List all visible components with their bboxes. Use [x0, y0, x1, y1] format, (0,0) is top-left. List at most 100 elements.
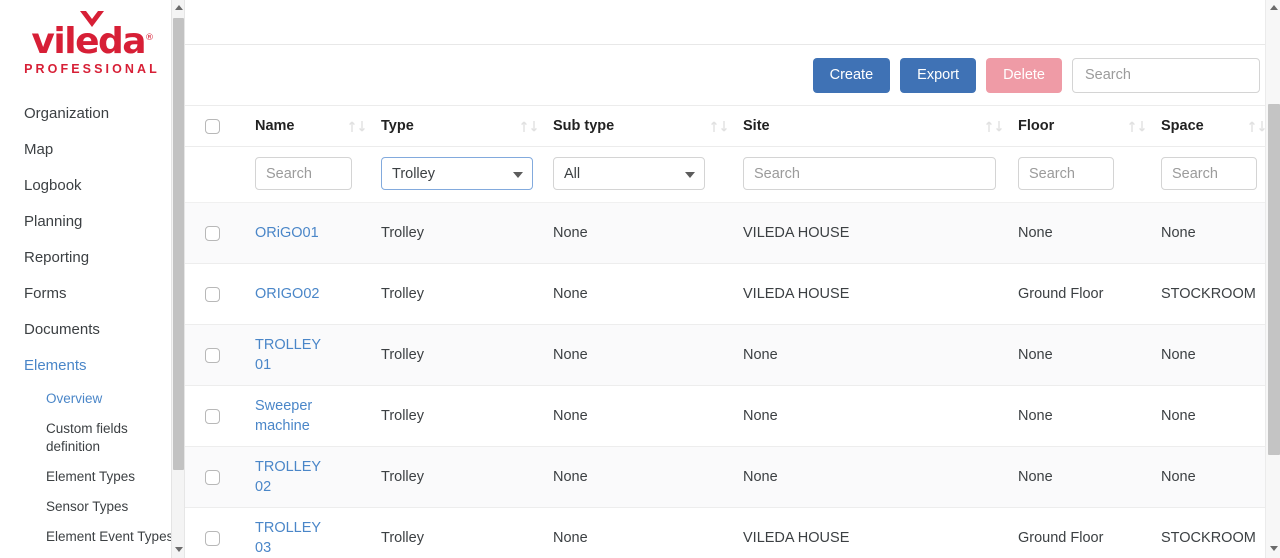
sidebar-item-label: Elements — [24, 357, 87, 374]
sidebar-item-label: Logbook — [24, 177, 82, 194]
column-label: Sub type — [553, 118, 615, 134]
cell-floor: Ground Floor — [1018, 263, 1161, 325]
filter-name-input[interactable] — [255, 157, 352, 190]
filter-subtype-select[interactable]: All — [553, 157, 705, 190]
row-checkbox[interactable] — [205, 286, 220, 302]
cell-name: Sweeper machine — [255, 385, 381, 447]
element-link[interactable]: Sweeper machine — [255, 396, 335, 436]
table-row[interactable]: TROLLEY 02 Trolley None None None None — [185, 446, 1280, 508]
column-header-name[interactable]: Name — [255, 106, 381, 147]
sidebar-subitem-element-types[interactable]: Element Types — [0, 462, 184, 492]
column-header-type[interactable]: Type — [381, 106, 553, 147]
element-link[interactable]: ORiGO01 — [255, 223, 319, 243]
sidebar-item-organization[interactable]: Organization — [0, 96, 184, 132]
element-link[interactable]: TROLLEY 01 — [255, 335, 335, 375]
element-link[interactable]: TROLLEY 03 — [255, 518, 335, 558]
brand-logo[interactable]: vileda® PROFESSIONAL — [0, 0, 184, 96]
cell-type: Trolley — [381, 385, 553, 447]
element-link[interactable]: ORIGO02 — [255, 284, 319, 304]
sidebar-scrollbar[interactable] — [171, 0, 184, 558]
sidebar-item-label: Reporting — [24, 249, 90, 266]
cell-subtype: None — [553, 446, 743, 508]
filter-cell-subtype: All — [553, 146, 743, 203]
sidebar-scrollbar-thumb[interactable] — [173, 18, 184, 470]
cell-site: None — [743, 385, 1018, 447]
element-link[interactable]: TROLLEY 02 — [255, 457, 335, 497]
export-button[interactable]: Export — [900, 57, 977, 93]
filter-site-input[interactable] — [743, 157, 996, 190]
row-select-cell — [185, 202, 255, 264]
main-scrollbar-thumb[interactable] — [1268, 104, 1280, 455]
table-row[interactable]: ORIGO02 Trolley None VILEDA HOUSE Ground… — [185, 263, 1280, 325]
column-header-site[interactable]: Site — [743, 106, 1018, 147]
sidebar-item-reporting[interactable]: Reporting — [0, 240, 184, 276]
sidebar-subitem-element-event-types[interactable]: Element Event Types — [0, 522, 184, 552]
cell-site: VILEDA HOUSE — [743, 202, 1018, 264]
main-content: Create Export Delete Name — [184, 0, 1280, 558]
sort-icon[interactable] — [710, 120, 729, 133]
cell-floor: None — [1018, 385, 1161, 447]
filter-type-select[interactable]: Trolley — [381, 157, 533, 190]
sidebar-nav: Organization Map Logbook Planning Report… — [0, 96, 184, 552]
sidebar-item-map[interactable]: Map — [0, 132, 184, 168]
cell-type: Trolley — [381, 202, 553, 264]
sidebar-item-documents[interactable]: Documents — [0, 312, 184, 348]
row-select-cell — [185, 324, 255, 386]
cell-floor: None — [1018, 446, 1161, 508]
filter-type-value: Trolley — [392, 165, 435, 182]
main-scrollbar[interactable] — [1265, 0, 1280, 558]
create-button[interactable]: Create — [812, 57, 891, 93]
sidebar-subitem-label: Element Event Types — [46, 529, 174, 544]
row-checkbox[interactable] — [205, 408, 220, 424]
sidebar-subitem-overview[interactable]: Overview — [0, 384, 184, 414]
row-checkbox[interactable] — [205, 347, 220, 363]
row-checkbox[interactable] — [205, 225, 220, 241]
select-all-checkbox[interactable] — [205, 118, 220, 134]
table-row[interactable]: TROLLEY 03 Trolley None VILEDA HOUSE Gro… — [185, 507, 1280, 558]
sidebar-item-forms[interactable]: Forms — [0, 276, 184, 312]
table-row[interactable]: ORiGO01 Trolley None VILEDA HOUSE None N… — [185, 202, 1280, 264]
column-label: Floor — [1018, 118, 1055, 134]
column-label: Space — [1161, 118, 1204, 134]
table-body: ORiGO01 Trolley None VILEDA HOUSE None N… — [185, 202, 1280, 558]
sidebar-subitem-label: Overview — [46, 391, 103, 406]
sidebar-item-logbook[interactable]: Logbook — [0, 168, 184, 204]
sidebar-item-planning[interactable]: Planning — [0, 204, 184, 240]
filter-floor-input[interactable] — [1018, 157, 1114, 190]
row-checkbox[interactable] — [205, 469, 220, 485]
filter-cell-empty — [185, 146, 255, 203]
cell-site: VILEDA HOUSE — [743, 507, 1018, 558]
sidebar-subitem-custom-fields-definition[interactable]: Custom fields definition — [0, 414, 130, 462]
page-header-bar — [185, 0, 1280, 45]
column-label: Type — [381, 118, 414, 134]
filter-cell-space — [1161, 146, 1280, 203]
main-scroll-down-button[interactable] — [1266, 541, 1280, 558]
sidebar-subitem-label: Element Types — [46, 469, 136, 484]
sidebar-subitem-sensor-types[interactable]: Sensor Types — [0, 492, 184, 522]
cell-type: Trolley — [381, 507, 553, 558]
table-row[interactable]: TROLLEY 01 Trolley None None None None — [185, 324, 1280, 386]
sort-icon[interactable] — [1128, 120, 1147, 133]
cell-subtype: None — [553, 507, 743, 558]
sort-icon[interactable] — [520, 120, 539, 133]
row-checkbox[interactable] — [205, 530, 220, 546]
sidebar-scroll-down-button[interactable] — [172, 542, 184, 558]
sort-icon[interactable] — [348, 120, 367, 133]
global-search-input[interactable] — [1072, 57, 1260, 93]
cell-site: None — [743, 446, 1018, 508]
main-scroll-up-button[interactable] — [1266, 0, 1280, 17]
triangle-up-icon — [174, 5, 183, 10]
sidebar-item-elements[interactable]: Elements — [0, 348, 184, 384]
sidebar-scroll-up-button[interactable] — [172, 0, 184, 16]
cell-subtype: None — [553, 202, 743, 264]
filter-space-input[interactable] — [1161, 157, 1257, 190]
column-header-space[interactable]: Space — [1161, 106, 1280, 147]
table-row[interactable]: Sweeper machine Trolley None None None N… — [185, 385, 1280, 447]
delete-button[interactable]: Delete — [986, 57, 1062, 93]
sort-icon[interactable] — [985, 120, 1004, 133]
cell-type: Trolley — [381, 263, 553, 325]
filter-cell-floor — [1018, 146, 1161, 203]
column-header-floor[interactable]: Floor — [1018, 106, 1161, 147]
triangle-down-icon — [1269, 546, 1278, 551]
column-header-subtype[interactable]: Sub type — [553, 106, 743, 147]
